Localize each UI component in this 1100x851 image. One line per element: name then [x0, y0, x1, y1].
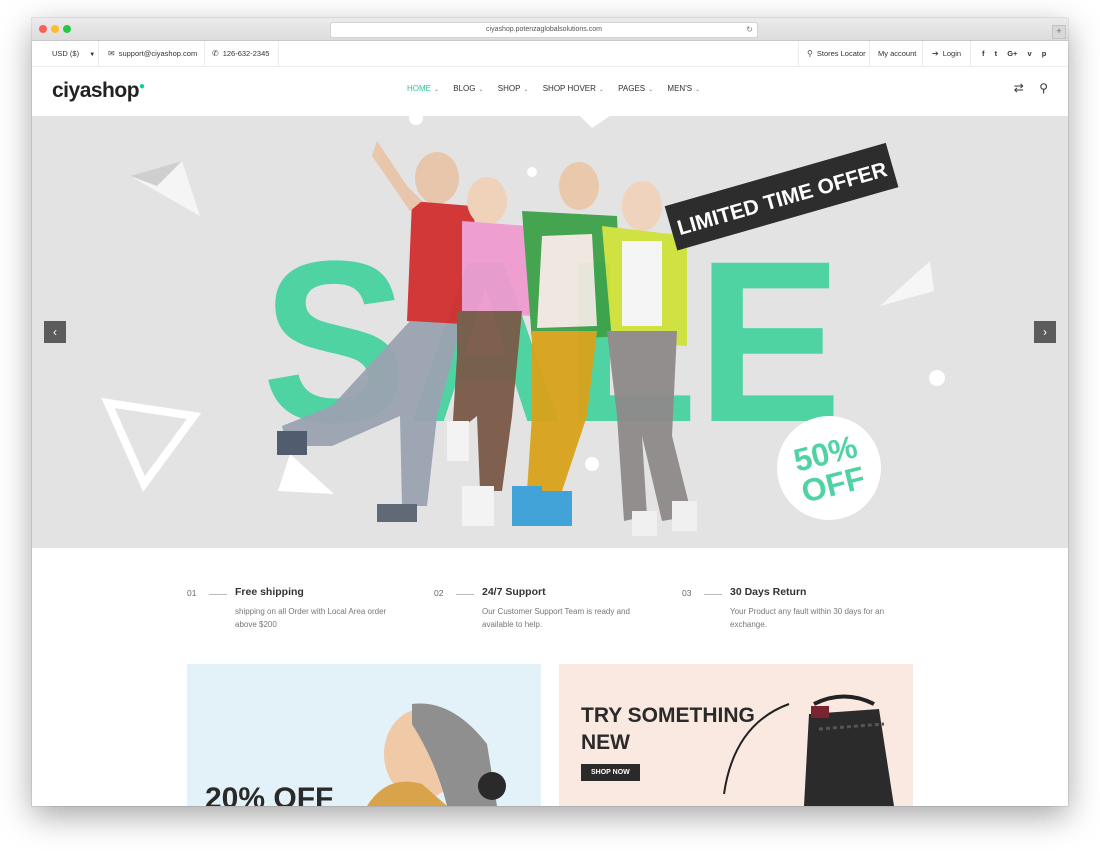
feature-desc: Your Product any fault within 30 days fo…	[730, 607, 885, 629]
feature-title: 30 Days Return	[730, 586, 807, 598]
shop-now-button[interactable]: SHOP NOW	[581, 764, 640, 781]
chevron-down-icon: ⌄	[523, 87, 529, 93]
hero-slider: SALE	[32, 116, 1068, 548]
feature-number: 01	[187, 588, 197, 598]
nav-blog[interactable]: BLOG ⌄	[453, 84, 483, 93]
email-link[interactable]: ✉ support@ciyashop.com	[108, 41, 197, 66]
social-links: f t G+ v p	[982, 41, 1054, 66]
browser-toolbar: ciyashop.potenzaglobalsolutions.com ↻ +	[32, 18, 1068, 41]
decor-triangle-icon	[880, 261, 934, 306]
caret-down-icon: ▼	[89, 52, 96, 58]
google-plus-icon[interactable]: G+	[1007, 49, 1017, 58]
top-bar: USD ($) ▼ ✉ support@ciyashop.com ✆ 126-632…	[32, 41, 1068, 67]
vimeo-icon[interactable]: v	[1028, 49, 1032, 58]
search-icon[interactable]: ⚲	[1039, 81, 1048, 95]
envelope-icon: ✉	[108, 49, 115, 58]
login-text: Login	[942, 49, 962, 58]
logo-text: ciyashop	[52, 79, 140, 102]
feature-number: 03	[682, 588, 692, 598]
pinterest-icon[interactable]: p	[1042, 49, 1047, 58]
login-link[interactable]: ➔ Login	[932, 41, 961, 66]
currency-select[interactable]: USD ($) ▼	[52, 41, 95, 66]
nav-home[interactable]: HOME ⌄	[407, 84, 439, 93]
feature-title: 24/7 Support	[482, 586, 546, 598]
decor-triangle-outline-icon	[101, 397, 202, 492]
close-window-button[interactable]	[39, 25, 47, 33]
chevron-down-icon: ⌄	[648, 87, 654, 93]
new-tab-button[interactable]: +	[1052, 25, 1066, 39]
email-text: support@ciyashop.com	[118, 49, 198, 58]
promo-banner-left[interactable]: 20% OFF	[187, 664, 541, 806]
phone-text: 126-632-2345	[222, 49, 270, 58]
feature-title: Free shipping	[235, 586, 304, 598]
banner-title: TRY SOMETHING NEW	[581, 704, 755, 754]
address-bar[interactable]: ciyashop.potenzaglobalsolutions.com ↻	[330, 22, 758, 38]
nav-mens[interactable]: MEN'S ⌄	[667, 84, 700, 93]
phone-link[interactable]: ✆ 126-632-2345	[212, 41, 269, 66]
reload-icon[interactable]: ↻	[746, 23, 753, 37]
facebook-icon[interactable]: f	[982, 49, 985, 58]
stores-locator-text: Stores Locator	[816, 49, 866, 58]
site-logo[interactable]: ciyashop●	[52, 79, 145, 103]
logo-dot-icon: ●	[139, 81, 145, 92]
hero-graphic: SALE	[101, 116, 945, 536]
features-row: 01 Free shipping shipping on all Order w…	[32, 548, 1068, 666]
my-account-link[interactable]: My account	[878, 41, 916, 66]
chevron-down-icon: ⌄	[695, 87, 701, 93]
minimize-window-button[interactable]	[51, 25, 59, 33]
browser-window: ciyashop.potenzaglobalsolutions.com ↻ + …	[32, 18, 1068, 806]
stores-locator-link[interactable]: ⚲ Stores Locator	[807, 41, 866, 66]
twitter-icon[interactable]: t	[995, 49, 998, 58]
compare-icon[interactable]: ⇄	[1014, 81, 1024, 95]
feature-number: 02	[434, 588, 444, 598]
next-slide-button[interactable]: ›	[1034, 321, 1056, 343]
nav-shop-hover[interactable]: SHOP HOVER ⌄	[543, 84, 604, 93]
chevron-down-icon: ⌄	[434, 87, 440, 93]
currency-label: USD ($)	[52, 49, 80, 58]
chevron-left-icon: ‹	[53, 325, 57, 339]
prev-slide-button[interactable]: ‹	[44, 321, 66, 343]
chevron-right-icon: ›	[1043, 325, 1047, 339]
feature-desc: shipping on all Order with Local Area or…	[235, 607, 387, 629]
chevron-down-icon: ⌄	[478, 87, 484, 93]
chevron-down-icon: ⌄	[598, 87, 604, 93]
site-header: ciyashop● HOME ⌄ BLOG ⌄ SHOP ⌄ SHOP HOVER ⌄ …	[32, 67, 1068, 115]
nav-pages[interactable]: PAGES ⌄	[618, 84, 653, 93]
login-icon: ➔	[932, 49, 939, 58]
header-icons: ⇄ ⚲	[1002, 81, 1048, 95]
promo-text: 20% OFF	[205, 782, 334, 806]
zoom-window-button[interactable]	[63, 25, 71, 33]
nav-shop[interactable]: SHOP ⌄	[498, 84, 529, 93]
promo-banner-right[interactable]: TRY SOMETHING NEW SHOP NOW	[559, 664, 913, 806]
phone-icon: ✆	[212, 49, 219, 58]
main-nav: HOME ⌄ BLOG ⌄ SHOP ⌄ SHOP HOVER ⌄ PAGES ⌄ MEN…	[407, 67, 712, 115]
map-pin-icon: ⚲	[807, 49, 813, 58]
feature-desc: Our Customer Support Team is ready and a…	[482, 607, 630, 629]
my-account-text: My account	[878, 49, 917, 58]
url-text: ciyashop.potenzaglobalsolutions.com	[486, 26, 602, 33]
